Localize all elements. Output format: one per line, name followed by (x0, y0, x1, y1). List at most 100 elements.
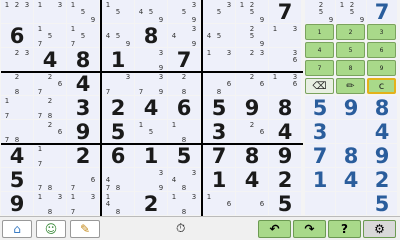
board-cell-r8c2[interactable]: 78 (34, 168, 66, 192)
panel-cell-r1c1[interactable]: 5 (305, 96, 335, 120)
board-cell-r8c6[interactable]: 3 48 (168, 168, 200, 192)
board-cell-r3c4[interactable]: 1 (102, 48, 134, 72)
keypad-key-8[interactable]: 8 (336, 60, 365, 76)
keypad-key-7[interactable]: 7 (305, 60, 334, 76)
board-cell-r2c9[interactable]: 13 (269, 24, 301, 47)
board-cell-r3c6[interactable]: 7 (168, 48, 200, 72)
board-cell-r6c2[interactable]: 26 (34, 120, 66, 143)
board-cell-r2c2[interactable]: 157 (34, 24, 66, 48)
keypad-key-3[interactable]: 3 (367, 24, 396, 40)
board-cell-r9c3[interactable]: 1 3 7 (67, 192, 99, 216)
board-cell-r1c3[interactable]: 159 (67, 0, 99, 24)
board-cell-r5c2[interactable]: 278 (34, 96, 66, 120)
board-cell-r7c4[interactable]: 6 (102, 144, 134, 168)
panel-top-cell[interactable]: 7 (367, 0, 397, 24)
panel-cell-r2c3[interactable]: 4 (367, 120, 397, 144)
board-cell-r1c7[interactable]: 35 (203, 0, 235, 23)
board-cell-r8c4[interactable]: 478 (102, 168, 134, 192)
panel-cell-r5c2[interactable] (336, 192, 366, 215)
board-cell-r9c1[interactable]: 9 (1, 192, 33, 216)
board-cell-r5c1[interactable]: 17 (1, 96, 33, 120)
board-cell-r4c3[interactable]: 4 (67, 72, 99, 96)
board-cell-r9c9[interactable]: 5 (269, 192, 301, 216)
panel-cell-r5c3[interactable]: 5 (367, 192, 397, 216)
board-cell-r4c1[interactable]: 28 (1, 72, 33, 96)
board-cell-r2c1[interactable]: 6 (1, 24, 33, 48)
board-cell-r6c3[interactable]: 9 (67, 120, 99, 144)
hint-person-button[interactable]: ☺ (36, 220, 66, 238)
board-cell-r1c9[interactable]: 7 (269, 0, 301, 24)
panel-cell-r1c3[interactable]: 8 (367, 96, 397, 120)
panel-top-cell[interactable]: 1259 (336, 0, 366, 24)
board-cell-r8c1[interactable]: 5 (1, 168, 33, 192)
board-cell-r5c5[interactable]: 4 (135, 96, 167, 120)
board-cell-r9c8[interactable]: 6 (236, 192, 268, 215)
board-cell-r4c9[interactable]: 136 (269, 72, 301, 95)
board-cell-r7c1[interactable]: 4 (1, 144, 33, 168)
board-cell-r7c9[interactable]: 9 (269, 144, 301, 168)
keypad-key-9[interactable]: 9 (367, 60, 396, 76)
board-cell-r9c6[interactable]: 1 38 (168, 192, 200, 216)
board-cell-r1c2[interactable]: 13 (34, 0, 66, 23)
panel-cell-r3c1[interactable]: 7 (305, 144, 335, 168)
panel-cell-r5c1[interactable] (305, 192, 335, 215)
board-cell-r5c4[interactable]: 2 (102, 96, 134, 120)
panel-cell-r2c2[interactable] (336, 120, 366, 143)
board-cell-r7c7[interactable]: 7 (203, 144, 235, 168)
board-cell-r5c9[interactable]: 8 (269, 96, 301, 120)
board-cell-r4c7[interactable]: 68 (203, 72, 235, 96)
board-cell-r3c3[interactable]: 8 (67, 48, 99, 72)
board-cell-r2c6[interactable]: 349 (168, 24, 200, 48)
board-cell-r2c7[interactable]: 45 (203, 24, 235, 47)
board-cell-r4c2[interactable]: 26 7 (34, 72, 66, 96)
panel-cell-r4c2[interactable]: 4 (336, 168, 366, 192)
panel-cell-r2c1[interactable]: 3 (305, 120, 335, 144)
board-cell-r8c9[interactable]: 2 (269, 168, 301, 192)
board-cell-r1c1[interactable]: 123 (1, 0, 33, 23)
board-cell-r2c8[interactable]: 259 (236, 24, 268, 48)
board-cell-r1c5[interactable]: 459 (135, 0, 167, 24)
board-cell-r3c1[interactable]: 23 (1, 48, 33, 71)
eraser-tool-button[interactable]: ⌫ (305, 78, 334, 94)
board-cell-r5c6[interactable]: 6 (168, 96, 200, 120)
board-cell-r6c7[interactable]: 3 (203, 120, 235, 144)
board-cell-r5c7[interactable]: 5 (203, 96, 235, 120)
board-cell-r9c4[interactable]: 148 (102, 192, 134, 216)
home-button[interactable]: ⌂ (2, 220, 32, 238)
board-cell-r9c5[interactable]: 2 (135, 192, 167, 216)
board-cell-r6c4[interactable]: 5 (102, 120, 134, 144)
board-cell-r3c8[interactable]: 23 (236, 48, 268, 71)
board-cell-r6c6[interactable]: 18 (168, 120, 200, 144)
board-cell-r5c3[interactable]: 3 (67, 96, 99, 120)
keypad-key-6[interactable]: 6 (367, 42, 396, 58)
redo-button[interactable]: ↷ (293, 220, 326, 238)
keypad-key-5[interactable]: 5 (336, 42, 365, 58)
board-cell-r4c6[interactable]: 28 (168, 72, 200, 96)
panel-cell-r1c2[interactable]: 9 (336, 96, 366, 120)
board-cell-r7c6[interactable]: 5 (168, 144, 200, 168)
board-cell-r7c2[interactable]: 17 (34, 144, 66, 168)
board-cell-r4c8[interactable]: 26 (236, 72, 268, 95)
help-button[interactable]: ? (328, 220, 361, 238)
board-cell-r2c5[interactable]: 8 (135, 24, 167, 48)
board-cell-r9c2[interactable]: 1 38 (34, 192, 66, 216)
board-cell-r3c5[interactable]: 39 (135, 48, 167, 72)
panel-cell-r3c2[interactable]: 8 (336, 144, 366, 168)
board-cell-r7c3[interactable]: 2 (67, 144, 99, 168)
keypad-key-1[interactable]: 1 (305, 24, 334, 40)
settings-button[interactable]: ⚙ (363, 220, 396, 238)
board-cell-r3c7[interactable]: 13 (203, 48, 235, 71)
board-cell-r6c1[interactable]: 78 (1, 120, 33, 144)
keypad-key-2[interactable]: 2 (336, 24, 365, 40)
board-cell-r2c4[interactable]: 459 (102, 24, 134, 48)
board-cell-r3c2[interactable]: 4 (34, 48, 66, 72)
board-cell-r1c6[interactable]: 359 (168, 0, 200, 24)
board-cell-r7c8[interactable]: 8 (236, 144, 268, 168)
board-cell-r1c8[interactable]: 1259 (236, 0, 268, 24)
keypad-key-4[interactable]: 4 (305, 42, 334, 58)
board-cell-r4c4[interactable]: 37 (102, 72, 134, 96)
pencil-tool-button[interactable]: ✏ (336, 78, 365, 94)
board-cell-r8c3[interactable]: 67 (67, 168, 99, 192)
undo-button[interactable]: ↶ (258, 220, 291, 238)
board-cell-r2c3[interactable]: 157 (67, 24, 99, 48)
